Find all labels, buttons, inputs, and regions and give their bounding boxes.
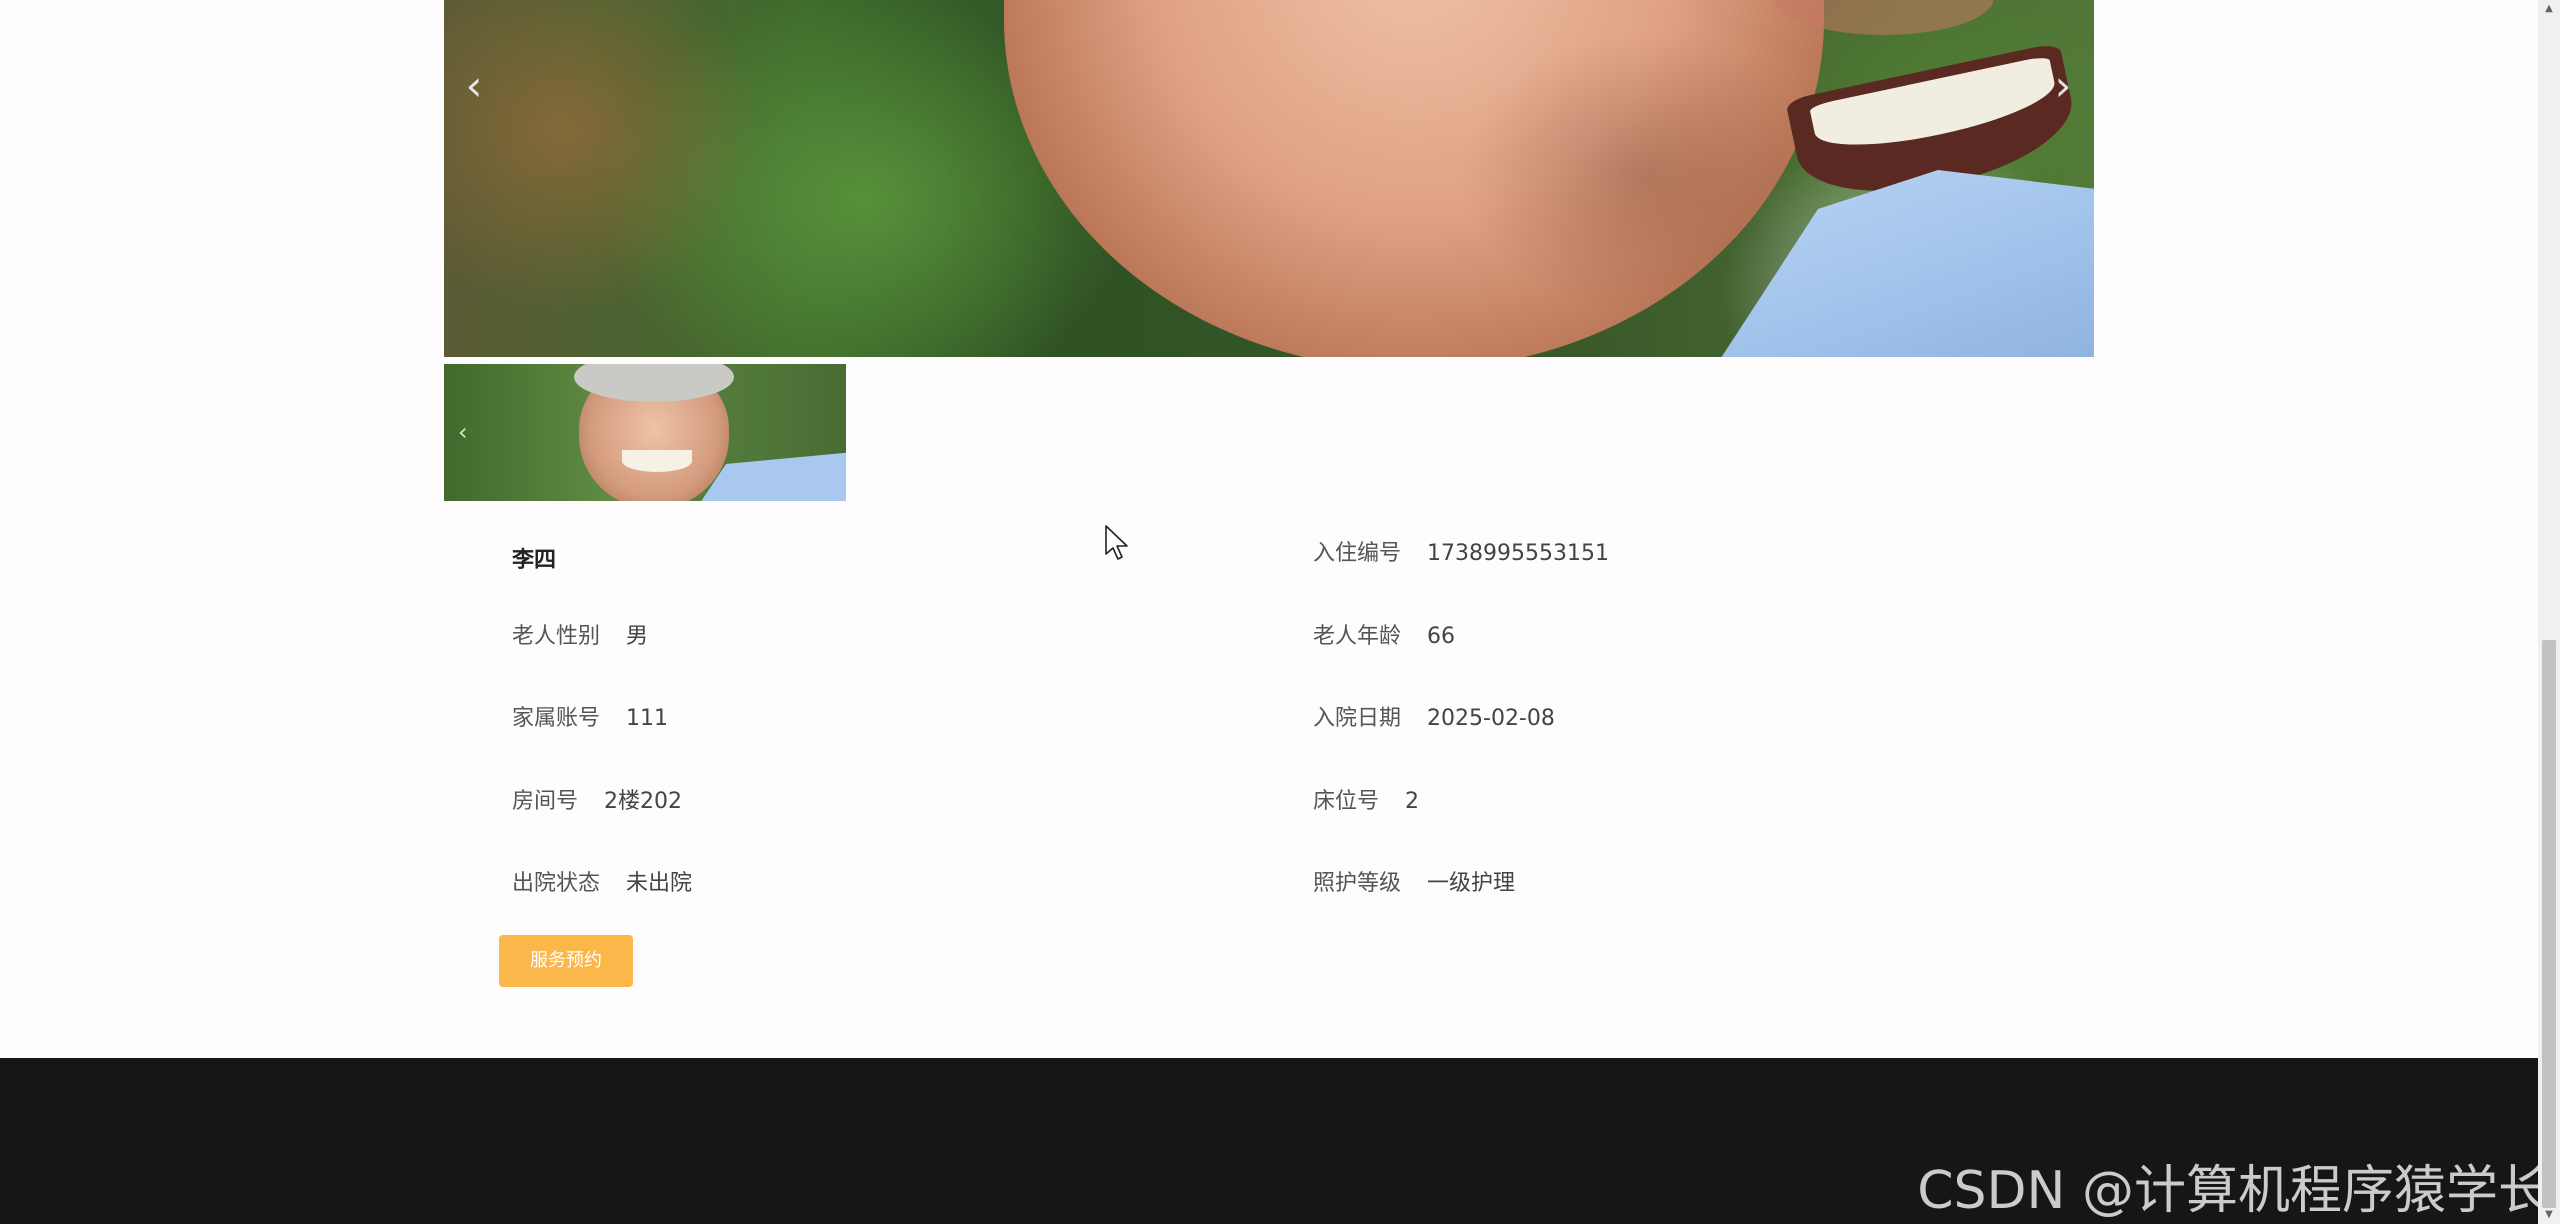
field-age: 老人年龄 66 [1313,618,1455,650]
field-label: 床位号 [1313,789,1380,814]
field-value: 2025-02-08 [1427,706,1555,731]
field-discharge-status: 出院状态 未出院 [512,865,692,897]
field-family-account: 家属账号 111 [512,700,668,732]
scroll-down-icon[interactable]: ▼ [2541,1208,2557,1222]
field-label: 入住编号 [1313,541,1402,566]
field-label: 入院日期 [1313,706,1402,731]
field-value: 66 [1427,624,1456,649]
field-label: 照护等级 [1313,871,1402,896]
book-service-button[interactable]: 服务预约 [499,935,633,987]
carousel-next-icon[interactable]: › [2043,64,2083,108]
field-label: 出院状态 [512,871,601,896]
field-value: 未出院 [626,871,693,896]
carousel-prev-icon[interactable]: ‹ [454,64,494,108]
field-bed-no: 床位号 2 [1313,783,1419,815]
field-label: 老人性别 [512,624,601,649]
field-value: 2 [1405,789,1420,814]
field-checkin-no: 入住编号 1738995553151 [1313,535,1609,567]
elder-detail-page: ‹ › ‹ 李四 入住编号 1738995553151 老人性别男 老人年龄 66 … [0,0,2560,1224]
elder-name: 李四 [512,548,557,573]
field-value: 111 [626,706,669,731]
field-care-level: 照护等级 一级护理 [1313,865,1515,897]
field-admit-date: 入院日期 2025-02-08 [1313,700,1555,732]
field-value: 一级护理 [1427,871,1516,896]
scrollbar-thumb[interactable] [2542,640,2556,1208]
main-carousel-image [444,0,2094,357]
field-label: 家属账号 [512,706,601,731]
scroll-up-icon[interactable]: ▲ [2541,2,2557,16]
mouse-cursor-icon [1105,525,1128,560]
thumbnail-prev-icon[interactable]: ‹ [458,420,468,444]
field-gender: 老人性别男 [512,618,648,650]
carousel-thumbnail[interactable] [444,364,846,501]
field-value: 1738995553151 [1427,541,1609,566]
field-value: 2楼202 [604,789,683,814]
watermark-text: CSDN @计算机程序猿学长 [1917,1161,2550,1221]
field-room-no: 房间号 2楼202 [512,783,682,815]
field-label: 老人年龄 [1313,624,1402,649]
field-value: 男 [626,624,649,649]
field-label: 房间号 [512,789,579,814]
